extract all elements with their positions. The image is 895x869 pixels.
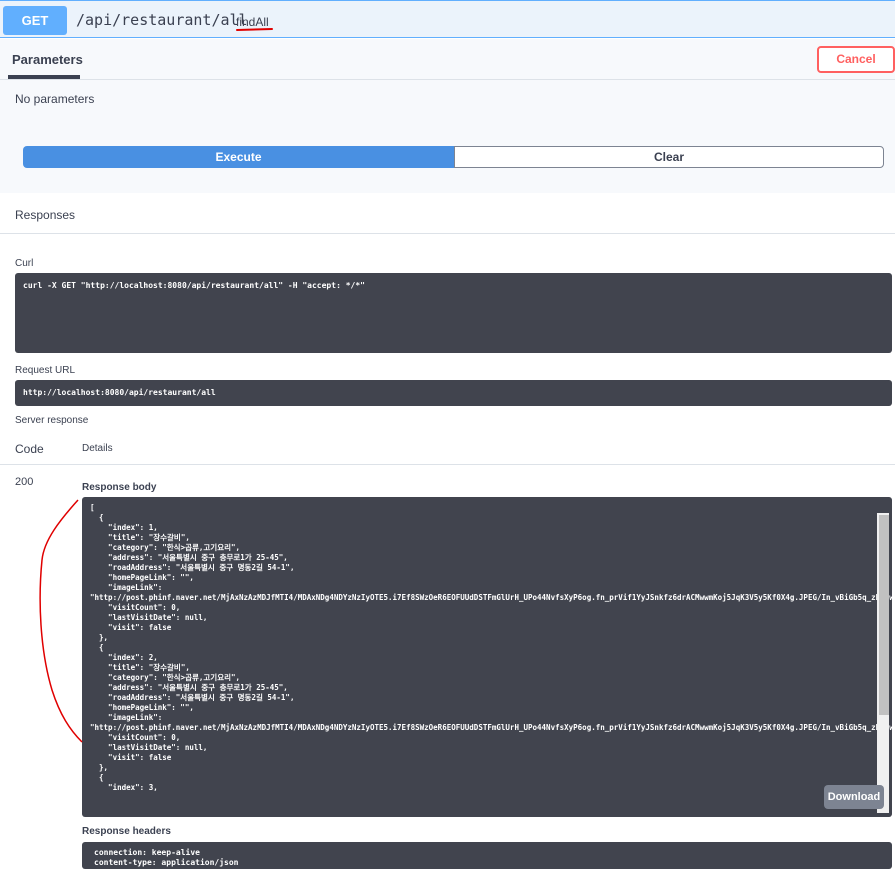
parameters-section: No parameters Execute Clear (0, 80, 895, 193)
response-header-line: connection: keep-alive (94, 848, 200, 857)
request-url-box[interactable]: http://localhost:8080/api/restaurant/all (15, 380, 892, 406)
bracket-annotation (39, 499, 83, 743)
operation-id: findAll (236, 15, 269, 29)
download-button[interactable]: Download (824, 785, 884, 809)
execute-button[interactable]: Execute (23, 146, 454, 168)
curl-label: Curl (15, 258, 34, 269)
response-headers-box[interactable]: connection: keep-alive content-type: app… (82, 842, 892, 869)
responses-header: Responses (0, 193, 895, 234)
no-parameters-text: No parameters (15, 92, 95, 106)
clear-button[interactable]: Clear (454, 146, 884, 168)
response-table-header: Code Details (0, 436, 895, 465)
details-column-header: Details (82, 443, 113, 454)
response-body-scrollbar[interactable] (877, 513, 889, 813)
response-headers-label: Response headers (82, 826, 171, 837)
operation-summary[interactable]: GET /api/restaurant/all findAll (0, 0, 895, 38)
scrollbar-thumb[interactable] (879, 515, 889, 715)
server-response-label: Server response (15, 415, 89, 426)
request-url: http://localhost:8080/api/restaurant/all (23, 388, 216, 397)
response-body-json: [ { "index": 1, "title": "장수갈비", "catego… (90, 503, 892, 792)
http-method-badge: GET (3, 6, 67, 35)
code-column-header: Code (15, 442, 44, 456)
active-tab-indicator (8, 75, 80, 79)
parameters-header: Parameters Cancel (0, 39, 895, 80)
endpoint-path: /api/restaurant/all (76, 11, 248, 29)
cancel-button[interactable]: Cancel (817, 46, 895, 73)
curl-command-box[interactable]: curl -X GET "http://localhost:8080/api/r… (15, 273, 892, 353)
response-body-label: Response body (82, 482, 157, 493)
response-body-box[interactable]: [ { "index": 1, "title": "장수갈비", "catego… (82, 497, 892, 817)
response-header-line: content-type: application/json (94, 858, 239, 867)
responses-title: Responses (15, 208, 76, 222)
curl-command: curl -X GET "http://localhost:8080/api/r… (23, 281, 365, 290)
status-code: 200 (15, 476, 34, 488)
request-url-label: Request URL (15, 365, 76, 376)
tab-parameters[interactable]: Parameters (12, 52, 83, 67)
